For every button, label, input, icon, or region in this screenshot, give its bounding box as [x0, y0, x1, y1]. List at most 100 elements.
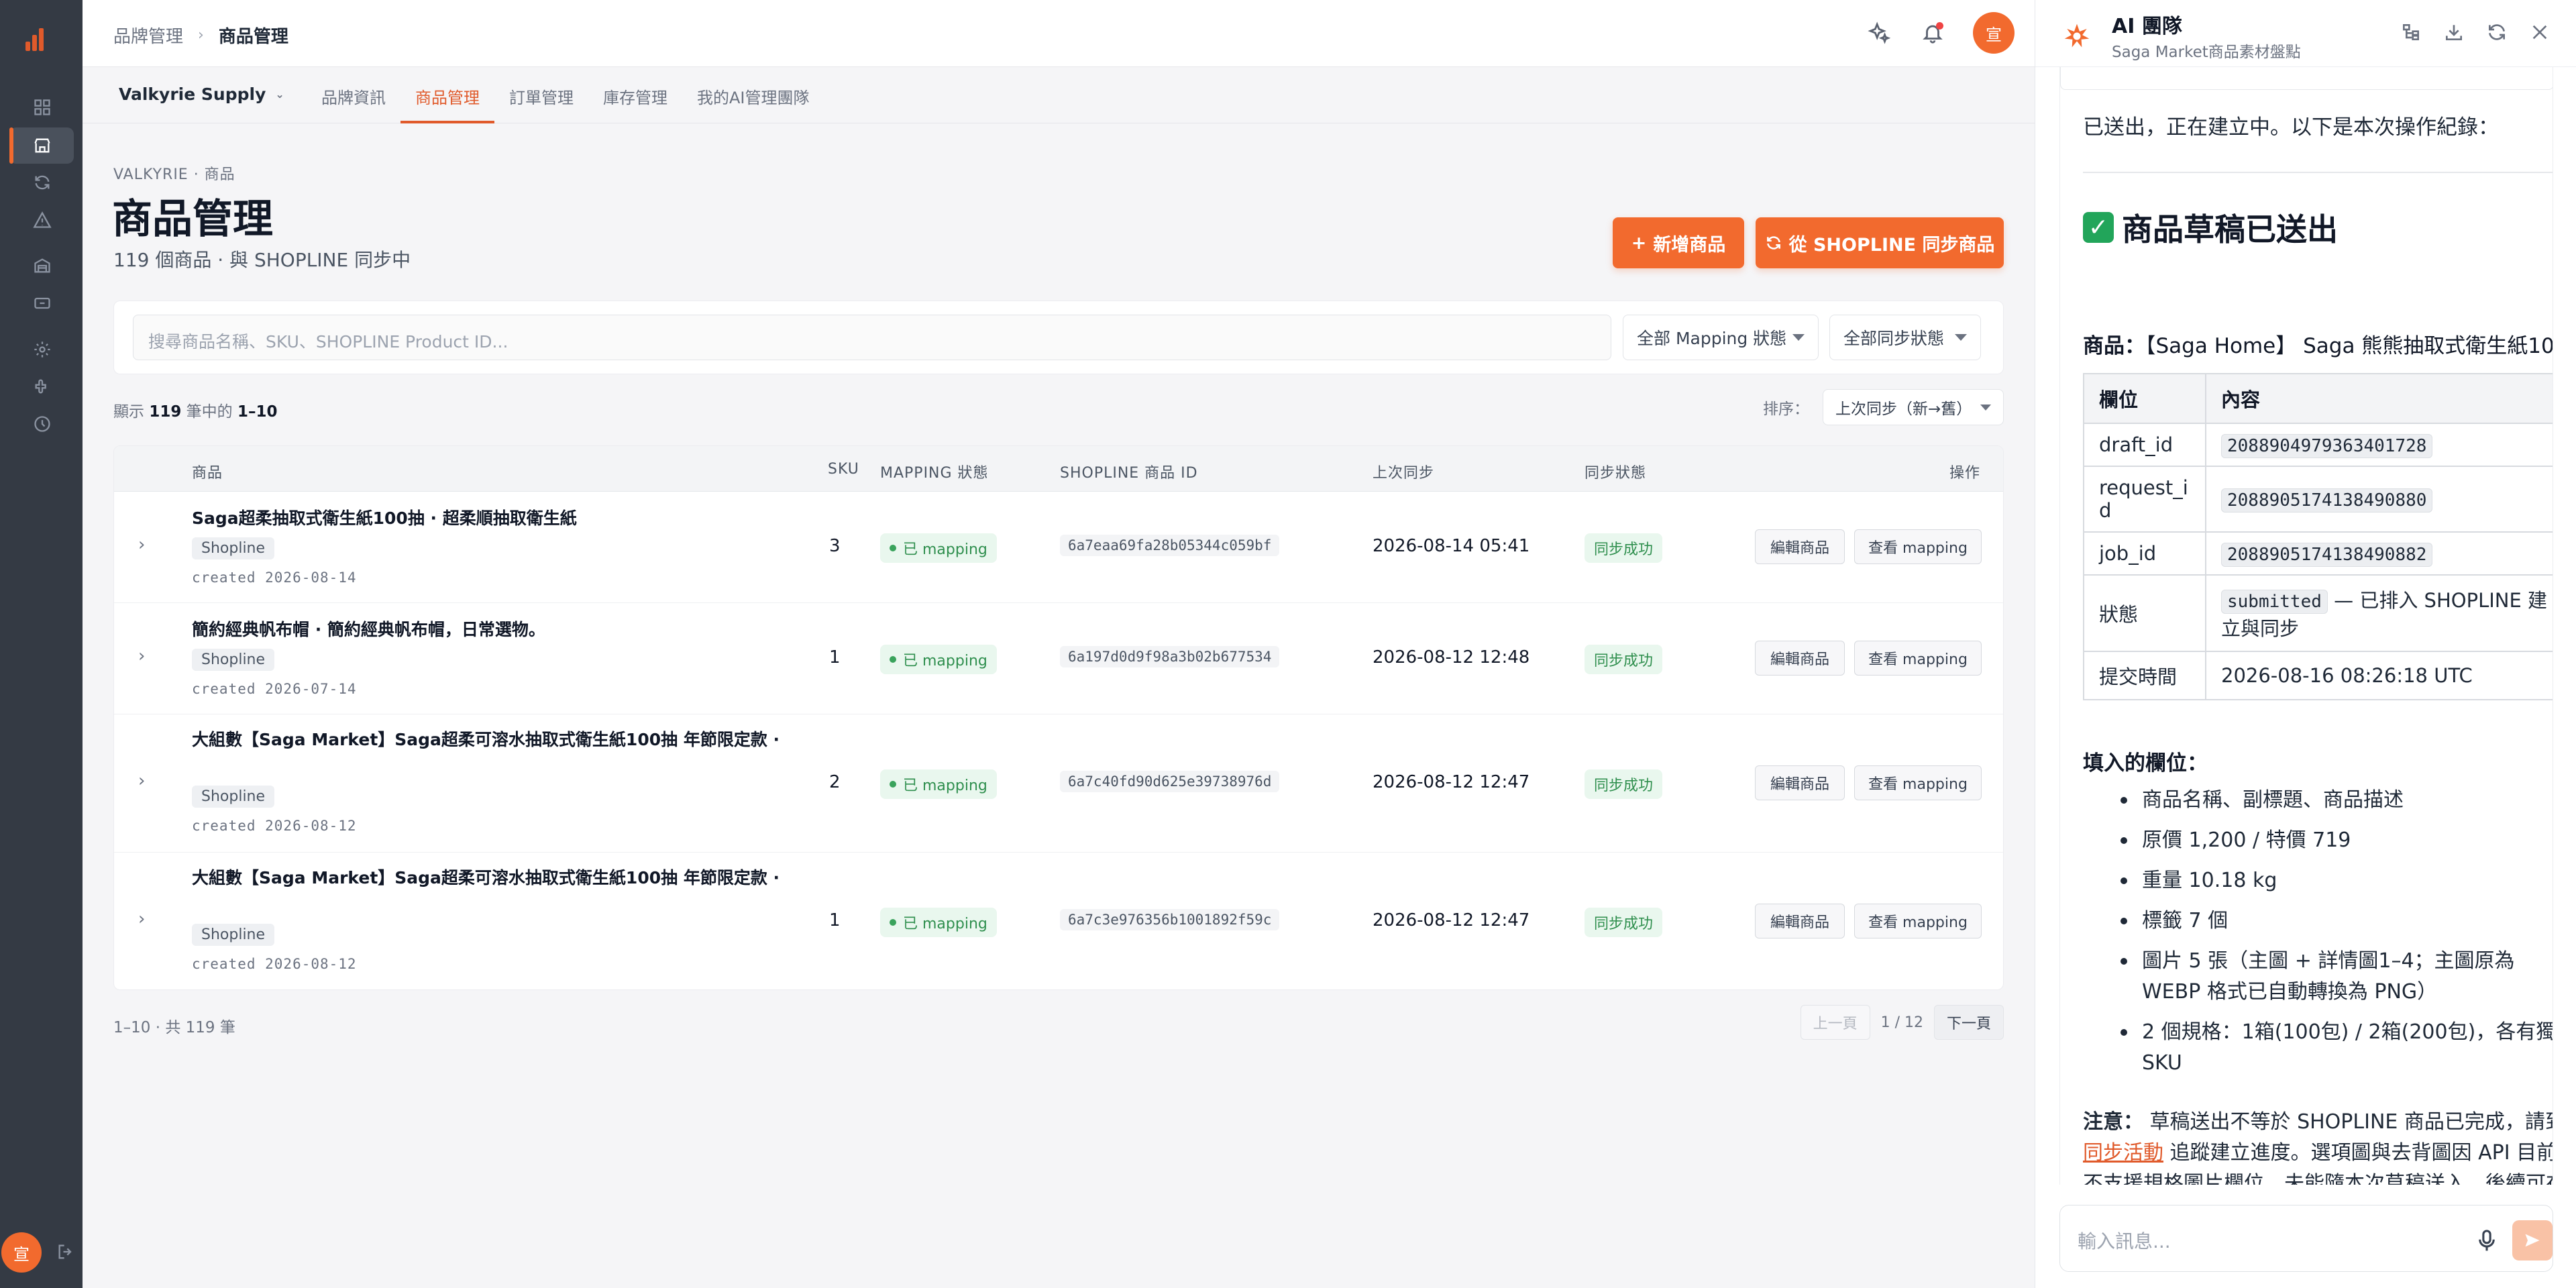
job-id-key: job_id: [2083, 531, 2206, 576]
plugin-icon[interactable]: [32, 376, 52, 396]
ai-panel-actions: [2400, 21, 2551, 43]
mapping-status-value: 全部 Mapping 狀態: [1637, 329, 1787, 348]
prev-page-button[interactable]: 上一頁: [1800, 1005, 1870, 1040]
result-count: 顯示 119 筆中的 1–10: [113, 398, 277, 421]
ai-sparkle-icon[interactable]: [1866, 19, 1892, 46]
header-product: 商品: [192, 465, 223, 482]
list-item: 重量 10.18 kg: [2083, 865, 2553, 896]
close-icon[interactable]: [2529, 21, 2551, 43]
status-key: 狀態: [2083, 574, 2206, 652]
brand-selector[interactable]: Valkyrie Supply ⌄: [119, 85, 284, 104]
source-tag: Shopline: [192, 924, 275, 946]
settings-icon[interactable]: [32, 339, 52, 360]
sort-select[interactable]: 上次同步（新→舊）: [1823, 389, 2004, 425]
account-avatar[interactable]: 宣: [1973, 12, 2015, 54]
sku-count: 1: [829, 647, 841, 667]
mapping-badge: 已 mapping: [880, 645, 997, 674]
table-row[interactable]: › Saga超柔抽取式衛生紙100抽 · 超柔順抽取衛生紙 Shopline c…: [114, 492, 2003, 603]
next-page-button[interactable]: 下一頁: [1933, 1005, 2004, 1040]
table-row[interactable]: › 大組數【Saga Market】Saga超柔可溶水抽取式衛生紙100抽 年節…: [114, 853, 2003, 989]
mapping-badge: 已 mapping: [880, 908, 997, 937]
request-id-key: request_id: [2083, 466, 2206, 533]
edit-product-button[interactable]: 編輯商品: [1755, 765, 1845, 800]
note-text-1: 草稿送出不等於 SHOPLINE 商品已完成，請到: [2149, 1110, 2553, 1134]
source-tag: Shopline: [192, 537, 275, 559]
message-input[interactable]: 輸入訊息...: [2078, 1227, 2171, 1254]
edit-product-button[interactable]: 編輯商品: [1755, 904, 1845, 938]
product-name[interactable]: 大組數【Saga Market】Saga超柔可溶水抽取式衛生紙100抽 年節限定…: [192, 728, 782, 752]
mapping-badge-label: 已 mapping: [903, 653, 987, 669]
expand-row-icon[interactable]: ›: [138, 771, 145, 791]
mapping-badge-label: 已 mapping: [903, 541, 987, 558]
status-dot: [890, 656, 896, 663]
header-sku: SKU: [828, 461, 859, 478]
brand-tabbar: Valkyrie Supply ⌄ 品牌資訊 商品管理 訂單管理 庫存管理 我的…: [83, 67, 2035, 123]
store-icon[interactable]: [32, 136, 52, 156]
history-icon[interactable]: [32, 414, 52, 434]
bell-icon[interactable]: [1919, 19, 1946, 46]
view-mapping-button[interactable]: 查看 mapping: [1854, 529, 1982, 564]
card-icon[interactable]: [32, 293, 52, 313]
breadcrumb-brand-management[interactable]: 品牌管理: [113, 23, 183, 48]
edit-product-button[interactable]: 編輯商品: [1755, 529, 1845, 564]
breadcrumb-separator-icon: ›: [198, 27, 204, 44]
last-sync-time: 2026-08-12 12:48: [1373, 647, 1530, 667]
draft-id-key: draft_id: [2083, 423, 2206, 467]
tab-products[interactable]: 商品管理: [400, 67, 494, 123]
send-icon: [2525, 1234, 2540, 1247]
view-mapping-button[interactable]: 查看 mapping: [1854, 904, 1982, 938]
logout-icon[interactable]: [56, 1242, 76, 1263]
warehouse-icon[interactable]: [32, 256, 52, 276]
ai-panel-header: AI 團隊 Saga Market商品素材盤點: [2035, 0, 2576, 67]
product-name[interactable]: 簡約經典帆布帽 · 簡約經典帆布帽，日常選物。: [192, 618, 782, 642]
expand-row-icon[interactable]: ›: [138, 909, 145, 929]
source-tag: Shopline: [192, 649, 275, 671]
shopline-product-id: 6a7c3e976356b1001892f59c: [1060, 909, 1280, 930]
breadcrumb-current: 商品管理: [218, 27, 288, 47]
tab-inventory[interactable]: 庫存管理: [588, 67, 682, 123]
tab-brand-info[interactable]: 品牌資訊: [307, 67, 400, 123]
user-avatar[interactable]: 宣: [1, 1232, 42, 1273]
sync-status-badge: 同步成功: [1585, 533, 1663, 563]
source-tag: Shopline: [192, 786, 275, 808]
caret-down-icon: [1792, 334, 1805, 341]
refresh-icon[interactable]: [2486, 21, 2508, 43]
list-item: 圖片 5 張（主圖 + 詳情圖1–4；主圖原為 WEBP 格式已自動轉換為 PN…: [2083, 946, 2553, 1008]
send-button[interactable]: [2512, 1220, 2553, 1260]
result-count-middle: 筆中的: [186, 403, 233, 421]
product-name[interactable]: 大組數【Saga Market】Saga超柔可溶水抽取式衛生紙100抽 年節限定…: [192, 866, 782, 890]
sync-status-select[interactable]: 全部同步狀態: [1829, 315, 1981, 360]
chevron-down-icon: ⌄: [275, 88, 284, 101]
app-logo[interactable]: [25, 27, 44, 51]
tab-orders[interactable]: 訂單管理: [494, 67, 588, 123]
sync-from-shopline-button[interactable]: 從 SHOPLINE 同步商品: [1756, 217, 2004, 268]
product-name[interactable]: Saga超柔抽取式衛生紙100抽 · 超柔順抽取衛生紙: [192, 506, 782, 531]
product-name-value: 【Saga Home】 Saga 熊熊抽取式衛生紙100抽: [2145, 334, 2553, 358]
tree-view-icon[interactable]: [2400, 21, 2422, 43]
download-icon[interactable]: [2443, 21, 2465, 43]
filter-bar: 搜尋商品名稱、SKU、SHOPLINE Product ID... 全部 Map…: [113, 301, 2004, 374]
table-row[interactable]: › 簡約經典帆布帽 · 簡約經典帆布帽，日常選物。 Shopline creat…: [114, 603, 2003, 714]
microphone-icon[interactable]: [2476, 1228, 2498, 1252]
sync-activity-link[interactable]: 同步活動: [2083, 1141, 2163, 1165]
search-input[interactable]: 搜尋商品名稱、SKU、SHOPLINE Product ID...: [133, 315, 1611, 360]
table-row[interactable]: › 大組數【Saga Market】Saga超柔可溶水抽取式衛生紙100抽 年節…: [114, 714, 2003, 853]
add-product-button[interactable]: + 新增商品: [1613, 217, 1744, 268]
section-tabs: 品牌資訊 商品管理 訂單管理 庫存管理 我的AI管理團隊: [307, 67, 824, 123]
tab-ai-team[interactable]: 我的AI管理團隊: [682, 67, 824, 123]
view-mapping-button[interactable]: 查看 mapping: [1854, 765, 1982, 800]
top-bar-actions: 宣: [1866, 12, 2015, 54]
view-mapping-button[interactable]: 查看 mapping: [1854, 641, 1982, 676]
expand-row-icon[interactable]: ›: [138, 535, 145, 555]
mapping-status-select[interactable]: 全部 Mapping 狀態: [1623, 315, 1819, 360]
dashboard-icon[interactable]: [32, 97, 52, 117]
ai-team-panel: AI 團隊 Saga Market商品素材盤點 已送出，正在建立中。以下是本次操…: [2035, 0, 2576, 1288]
list-item: 標籤 7 個: [2083, 906, 2553, 936]
sync-status-badge: 同步成功: [1585, 769, 1663, 799]
expand-row-icon[interactable]: ›: [138, 646, 145, 666]
alert-icon[interactable]: [32, 210, 52, 230]
shopline-product-id: 6a197d0d9f98a3b02b677534: [1060, 646, 1280, 667]
edit-product-button[interactable]: 編輯商品: [1755, 641, 1845, 676]
sync-button-label: 從 SHOPLINE 同步商品: [1788, 234, 1995, 256]
sync-icon[interactable]: [32, 172, 52, 193]
